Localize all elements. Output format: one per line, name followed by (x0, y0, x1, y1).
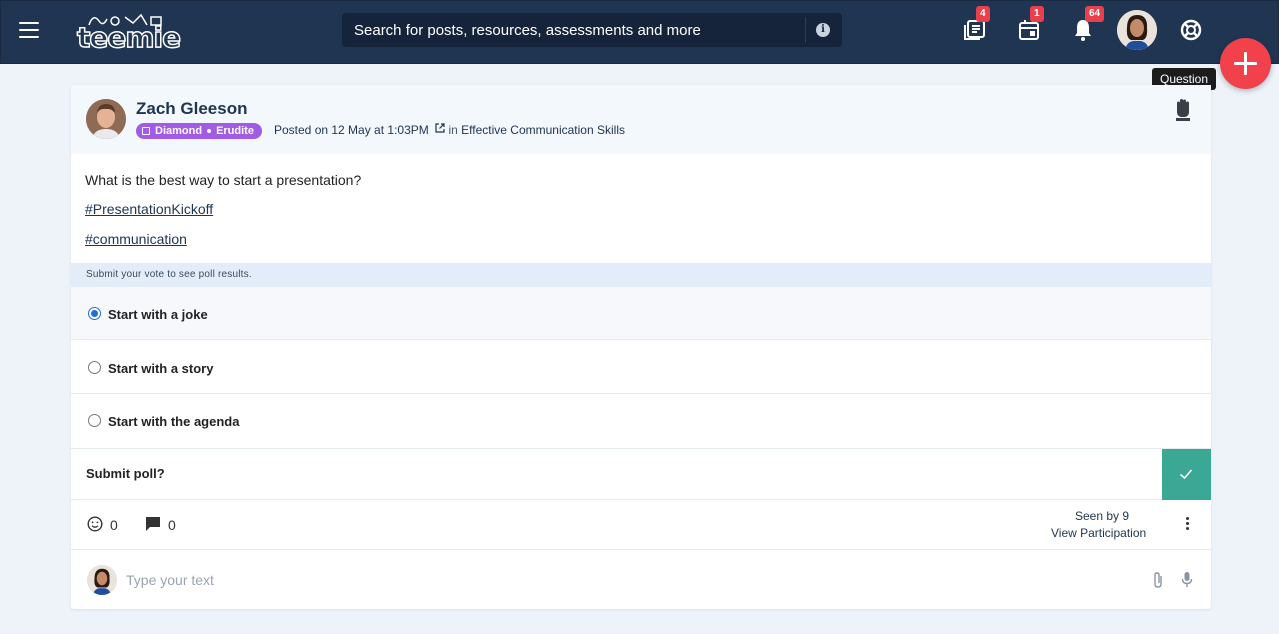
rank-separator (207, 129, 212, 134)
paperclip-icon[interactable] (1151, 571, 1165, 589)
raised-hand-question-icon[interactable] (1173, 98, 1193, 122)
submit-poll-row: Submit poll? (71, 448, 1211, 500)
post-header: Zach Gleeson Diamond Erudite Posted on 12… (71, 85, 1211, 154)
microphone-icon[interactable] (1181, 571, 1193, 589)
post-actions-bar: 0 0 Seen by 9 View Participation (71, 500, 1211, 550)
external-link-icon[interactable] (435, 123, 445, 133)
calendar-button[interactable]: 1 (1017, 6, 1044, 42)
calendar-badge: 1 (1030, 6, 1044, 22)
user-portrait-icon (1117, 10, 1157, 50)
seen-by-count: Seen by 9 (1074, 509, 1130, 523)
search-bar: i (342, 13, 842, 47)
check-icon (1179, 469, 1193, 480)
create-post-button[interactable] (1220, 38, 1271, 89)
more-options-icon[interactable] (1185, 517, 1191, 533)
help-button[interactable] (1180, 19, 1202, 41)
posted-date: Posted on 12 May at 1:03PM (274, 123, 429, 137)
rank-secondary: Erudite (216, 125, 254, 137)
comments-count: 0 (168, 517, 176, 533)
post-body: What is the best way to start a presenta… (85, 172, 362, 188)
comment-icon (146, 517, 160, 531)
poll-option-label: Start with a joke (108, 307, 208, 322)
author-portrait-icon (86, 99, 126, 139)
menu-icon[interactable] (19, 22, 39, 38)
teemie-logo[interactable]: teemie (76, 9, 182, 55)
rank-badge: Diamond Erudite (136, 123, 262, 139)
author-name[interactable]: Zach Gleeson (136, 99, 247, 119)
poll-option-label: Start with a story (108, 361, 214, 376)
comment-input[interactable] (126, 565, 1126, 595)
radio-button[interactable] (88, 361, 101, 374)
author-avatar[interactable] (86, 99, 126, 139)
radio-button[interactable] (88, 414, 101, 427)
hashtag-link[interactable]: #PresentationKickoff (85, 201, 213, 217)
gem-icon (142, 127, 150, 135)
search-divider (805, 17, 806, 43)
info-icon[interactable]: i (816, 23, 830, 37)
smiley-icon (87, 516, 103, 532)
reactions-count: 0 (110, 517, 118, 533)
notifications-button[interactable]: 64 (1071, 6, 1105, 42)
resources-button[interactable]: 4 (963, 6, 990, 42)
radio-button-selected[interactable] (88, 307, 101, 320)
user-portrait-icon (87, 565, 117, 595)
hashtag-link[interactable]: #communication (85, 231, 187, 247)
in-label: in (448, 123, 458, 137)
poll-option[interactable]: Start with a joke (71, 287, 1211, 340)
poll-note: Submit your vote to see poll results. (71, 263, 1211, 287)
poll-option[interactable]: Start with the agenda (71, 394, 1211, 447)
submit-poll-label: Submit poll? (86, 466, 165, 481)
view-participation-link[interactable]: View Participation (1051, 526, 1146, 540)
post-card: Zach Gleeson Diamond Erudite Posted on 12… (71, 85, 1211, 609)
notifications-badge: 64 (1085, 6, 1105, 22)
rank-primary: Diamond (155, 125, 203, 137)
submit-poll-button[interactable] (1162, 449, 1211, 500)
post-meta: Posted on 12 May at 1:03PM in Effective … (274, 123, 625, 137)
top-navigation-bar: teemie i 4 1 64 (0, 0, 1279, 64)
poll-option-label: Start with the agenda (108, 414, 240, 429)
lifebuoy-icon (1180, 19, 1202, 41)
comment-composer (71, 551, 1211, 609)
group-link[interactable]: Effective Communication Skills (461, 123, 625, 137)
resources-badge: 4 (976, 6, 990, 22)
logo-wordmark: teemie (76, 20, 182, 55)
poll-option[interactable]: Start with a story (71, 341, 1211, 394)
current-user-avatar (87, 565, 117, 595)
search-input[interactable] (342, 13, 804, 47)
user-avatar[interactable] (1117, 10, 1157, 50)
